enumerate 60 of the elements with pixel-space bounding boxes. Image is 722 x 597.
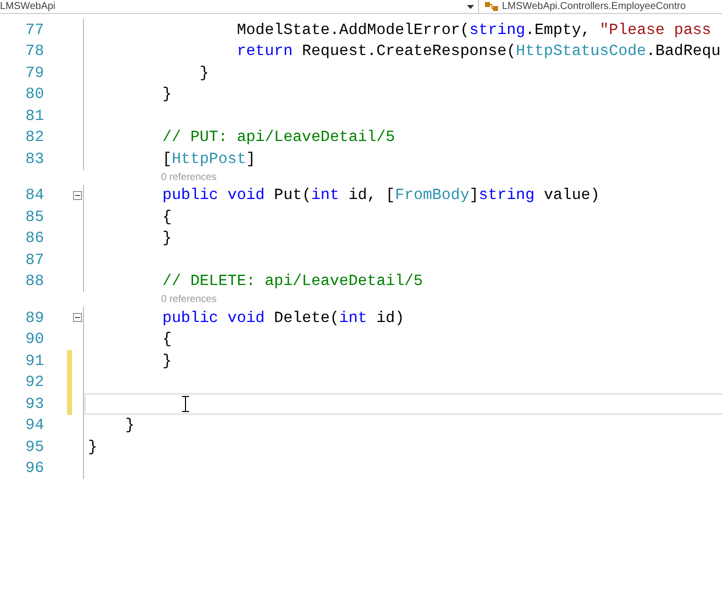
code-text: } — [198, 64, 209, 82]
code-text: } — [161, 229, 172, 248]
line-number: 82 — [24, 128, 44, 146]
keyword: return — [236, 42, 293, 60]
keyword: int — [339, 308, 368, 327]
line-number: 92 — [24, 373, 44, 392]
code-comment: // DELETE: api/LeaveDetail/5 — [161, 272, 423, 290]
line-number: 95 — [24, 438, 44, 456]
collapse-icon[interactable] — [73, 313, 82, 322]
code-text: id, [ — [347, 186, 395, 204]
line-number: 94 — [24, 416, 44, 434]
text-cursor-icon — [182, 396, 189, 412]
line-number: 84 — [24, 186, 44, 204]
line-number: 79 — [24, 64, 44, 82]
line-number: 91 — [24, 352, 44, 370]
code-text: .Empty, — [525, 20, 592, 39]
code-text: } — [88, 438, 98, 456]
line-number: 96 — [24, 459, 44, 478]
type-name: HttpStatusCode — [516, 42, 646, 60]
line-number: 86 — [24, 229, 44, 248]
type-name: HttpPost — [172, 150, 246, 168]
line-number: 88 — [24, 272, 44, 290]
class-icon — [485, 1, 499, 12]
code-text: } — [124, 416, 135, 434]
line-number: 77 — [24, 20, 44, 39]
keyword: public void — [161, 308, 265, 327]
dropdown-arrow-icon — [467, 4, 474, 8]
line-number: 87 — [24, 250, 44, 269]
code-text: } — [161, 85, 172, 104]
keyword: string — [478, 186, 535, 204]
keyword: public void — [161, 186, 265, 204]
line-number: 83 — [24, 150, 44, 168]
line-number: 89 — [24, 308, 44, 327]
keyword: string — [469, 20, 526, 39]
project-dropdown[interactable]: LMSWebApi — [0, 0, 479, 13]
code-text: { — [161, 330, 172, 348]
line-number: 93 — [24, 394, 44, 413]
code-text: { — [161, 208, 172, 226]
code-comment: // PUT: api/LeaveDetail/5 — [161, 128, 395, 146]
type-name: FromBody — [394, 186, 470, 204]
code-text: ] — [469, 186, 479, 204]
code-text: id) — [375, 308, 404, 327]
line-number: 81 — [24, 106, 44, 125]
line-number: 90 — [24, 330, 44, 348]
line-number: 78 — [24, 42, 44, 60]
type-dropdown[interactable]: LMSWebApi.Controllers.EmployeeContro — [479, 0, 686, 13]
code-text: value) — [542, 186, 600, 204]
code-text: Put( — [273, 186, 312, 204]
line-number: 85 — [24, 208, 44, 226]
keyword: int — [311, 186, 340, 204]
code-text: } — [161, 352, 172, 370]
collapse-icon[interactable] — [73, 190, 82, 200]
string-literal: "Please pass — [600, 20, 712, 39]
line-number: 80 — [24, 85, 44, 104]
code-text: [ — [161, 150, 172, 168]
code-text: Delete( — [273, 308, 340, 327]
code-text: ] — [246, 150, 256, 168]
code-text: .BadRequ — [646, 42, 721, 60]
code-text: ModelState.AddModelError( — [236, 20, 470, 39]
code-text: Request.CreateResponse( — [300, 42, 516, 60]
